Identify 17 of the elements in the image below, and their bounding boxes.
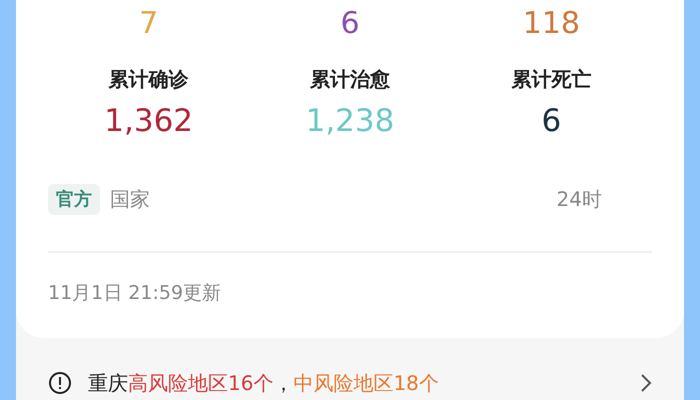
new-count: 6 <box>340 6 360 41</box>
stat-value: 1,238 <box>306 102 394 141</box>
stat-label: 累计治愈 <box>310 66 390 93</box>
chevron-right-icon <box>640 373 652 393</box>
new-count: 7 <box>139 6 158 41</box>
stat-label: 累计确诊 <box>108 66 189 93</box>
risk-notice-row[interactable]: 重庆高风险地区16个，中风险地区18个 <box>16 338 684 398</box>
stat-value: 6 <box>541 102 562 141</box>
risk-notice: 重庆高风险地区16个，中风险地区18个 <box>88 370 439 397</box>
info-icon <box>48 371 72 395</box>
source-text: 24时 <box>556 186 602 213</box>
stat-label: 累计死亡 <box>511 66 592 93</box>
official-badge: 官方 <box>48 184 100 214</box>
update-time: 11月1日 21:59更新 <box>48 281 222 306</box>
new-count: 118 <box>522 6 580 41</box>
source-text: 国家 <box>110 186 150 213</box>
stat-value: 1,362 <box>104 102 194 141</box>
